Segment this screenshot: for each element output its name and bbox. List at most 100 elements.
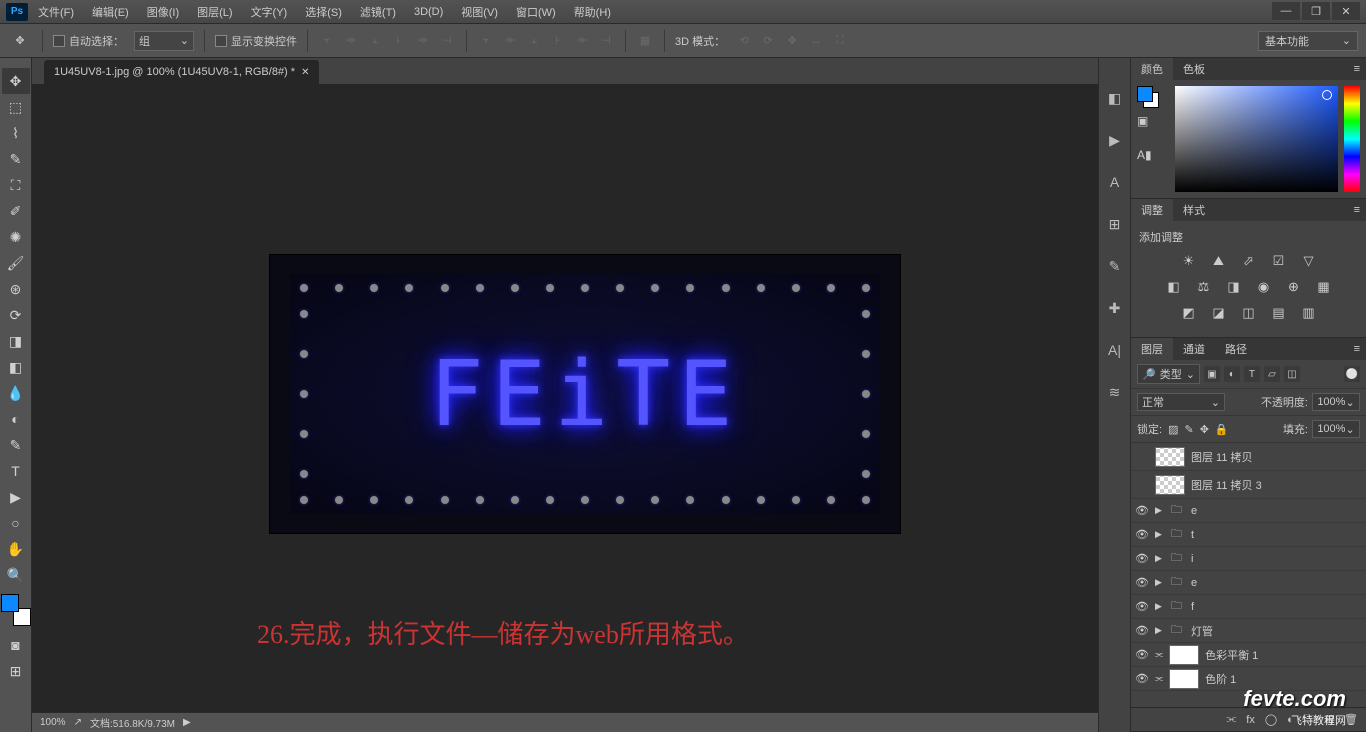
- filter-shape-icon[interactable]: ▱: [1264, 366, 1280, 382]
- type-tool[interactable]: T: [2, 458, 30, 484]
- paragraph-panel-icon[interactable]: ⊞: [1105, 214, 1125, 234]
- canvas-viewport[interactable]: FEiTE 26.完成，执行文件—储存为web所用格式。: [32, 84, 1098, 712]
- shape-tool[interactable]: ○: [2, 510, 30, 536]
- filter-pixel-icon[interactable]: ▣: [1204, 366, 1220, 382]
- lock-position-icon[interactable]: ✥: [1200, 423, 1209, 436]
- new-group-icon[interactable]: 🗀: [1304, 710, 1315, 729]
- quick-mask-toggle[interactable]: ◙: [2, 632, 30, 658]
- menu-help[interactable]: 帮助(H): [574, 4, 611, 20]
- align-left-icon[interactable]: ⊦: [390, 32, 408, 50]
- close-tab-icon[interactable]: ✕: [301, 67, 309, 78]
- menu-file[interactable]: 文件(F): [38, 4, 74, 20]
- filter-type-icon[interactable]: T: [1244, 366, 1260, 382]
- filter-adjust-icon[interactable]: ◐: [1224, 366, 1240, 382]
- photo-filter-icon[interactable]: ◉: [1254, 277, 1274, 297]
- adjustments-tab[interactable]: 调整: [1131, 199, 1173, 221]
- brush-panel-icon[interactable]: ✎: [1105, 256, 1125, 276]
- opacity-value[interactable]: 100% ⌄: [1312, 393, 1360, 411]
- eyedropper-tool[interactable]: ✐: [2, 198, 30, 224]
- eraser-tool[interactable]: ◨: [2, 328, 30, 354]
- visibility-toggle[interactable]: 👁: [1135, 528, 1149, 541]
- dist-left-icon[interactable]: ⊦: [549, 32, 567, 50]
- show-transform-checkbox[interactable]: [215, 35, 227, 47]
- quick-select-tool[interactable]: ✎: [2, 146, 30, 172]
- para-styles-icon[interactable]: ≋: [1105, 382, 1125, 402]
- lock-pixels-icon[interactable]: ✎: [1184, 423, 1193, 436]
- foreground-color[interactable]: [1, 594, 19, 612]
- bw-icon[interactable]: ◨: [1224, 277, 1244, 297]
- layer-row[interactable]: 👁▶🗀e: [1131, 499, 1366, 523]
- add-mask-icon[interactable]: ◯: [1265, 713, 1277, 726]
- auto-select-type[interactable]: 组⌄: [134, 31, 194, 51]
- expand-arrow-icon[interactable]: ▶: [1155, 553, 1165, 564]
- gradient-tool[interactable]: ◧: [2, 354, 30, 380]
- align-bottom-icon[interactable]: ⫠: [366, 32, 384, 50]
- layer-row[interactable]: 👁▶🗀灯管: [1131, 619, 1366, 643]
- layer-fx-icon[interactable]: fx: [1246, 714, 1255, 726]
- document-tab[interactable]: 1U45UV8-1.jpg @ 100% (1U45UV8-1, RGB/8#)…: [44, 60, 319, 84]
- link-layers-icon[interactable]: ⫘: [1226, 713, 1236, 726]
- layers-tab[interactable]: 图层: [1131, 338, 1173, 360]
- visibility-toggle[interactable]: 👁: [1135, 576, 1149, 589]
- new-layer-icon[interactable]: ⊞: [1325, 713, 1334, 726]
- 3d-orbit-icon[interactable]: ⟲: [735, 32, 753, 50]
- brightness-icon[interactable]: ☀: [1179, 251, 1199, 271]
- dist-hcenter-icon[interactable]: ⟛: [573, 32, 591, 50]
- layer-row[interactable]: 👁▶🗀t: [1131, 523, 1366, 547]
- lock-transparency-icon[interactable]: ▨: [1168, 423, 1178, 436]
- 3d-scale-icon[interactable]: ⛶: [831, 32, 849, 50]
- menu-edit[interactable]: 编辑(E): [92, 4, 129, 20]
- path-select-tool[interactable]: ▶: [2, 484, 30, 510]
- spot-heal-tool[interactable]: ✺: [2, 224, 30, 250]
- actions-panel-icon[interactable]: ▶: [1105, 130, 1125, 150]
- align-hcenter-icon[interactable]: ⟛: [414, 32, 432, 50]
- panel-menu-icon[interactable]: ≡: [1348, 204, 1366, 216]
- status-expand-icon[interactable]: ↗: [74, 717, 82, 728]
- blend-mode-select[interactable]: 正常⌄: [1137, 393, 1225, 411]
- color-lookup-icon[interactable]: ▦: [1314, 277, 1334, 297]
- fill-value[interactable]: 100% ⌄: [1312, 420, 1360, 438]
- channel-mixer-icon[interactable]: ⊕: [1284, 277, 1304, 297]
- channels-tab[interactable]: 通道: [1173, 338, 1215, 360]
- align-right-icon[interactable]: ⊣: [438, 32, 456, 50]
- menu-view[interactable]: 视图(V): [461, 4, 498, 20]
- crop-tool[interactable]: ⛶: [2, 172, 30, 198]
- threshold-icon[interactable]: ◫: [1239, 303, 1259, 323]
- swatches-tab[interactable]: 色板: [1173, 58, 1215, 80]
- screen-mode-toggle[interactable]: ⊞: [2, 658, 30, 684]
- color-cube-icon[interactable]: ▣: [1137, 114, 1169, 128]
- color-balance-icon[interactable]: ⚖: [1194, 277, 1214, 297]
- curves-icon[interactable]: ⬀: [1239, 251, 1259, 271]
- hand-tool[interactable]: ✋: [2, 536, 30, 562]
- hue-slider[interactable]: [1344, 86, 1360, 192]
- 3d-roll-icon[interactable]: ⟳: [759, 32, 777, 50]
- dist-top-icon[interactable]: ⫟: [477, 32, 495, 50]
- 3d-slide-icon[interactable]: ↔: [807, 32, 825, 50]
- paths-tab[interactable]: 路径: [1215, 338, 1257, 360]
- layer-row[interactable]: 👁⫘色阶 1: [1131, 667, 1366, 691]
- menu-select[interactable]: 选择(S): [305, 4, 342, 20]
- window-close[interactable]: ✕: [1332, 2, 1360, 20]
- menu-window[interactable]: 窗口(W): [516, 4, 556, 20]
- menu-image[interactable]: 图像(I): [147, 4, 179, 20]
- status-arrow-icon[interactable]: ▶: [183, 717, 191, 728]
- levels-icon[interactable]: ⛰: [1209, 251, 1229, 271]
- window-minimize[interactable]: —: [1272, 2, 1300, 20]
- delete-layer-icon[interactable]: 🗑: [1344, 713, 1358, 726]
- move-tool[interactable]: ✥: [2, 68, 30, 94]
- selective-color-icon[interactable]: ▥: [1299, 303, 1319, 323]
- expand-arrow-icon[interactable]: ▶: [1155, 505, 1165, 516]
- visibility-toggle[interactable]: 👁: [1135, 648, 1149, 661]
- menu-3d[interactable]: 3D(D): [414, 6, 443, 18]
- invert-icon[interactable]: ◩: [1179, 303, 1199, 323]
- layer-row[interactable]: 👁▶🗀i: [1131, 547, 1366, 571]
- brush-tool[interactable]: 🖌: [2, 250, 30, 276]
- menu-type[interactable]: 文字(Y): [251, 4, 288, 20]
- zoom-tool[interactable]: 🔍: [2, 562, 30, 588]
- color-field[interactable]: [1175, 86, 1338, 192]
- window-maximize[interactable]: ❐: [1302, 2, 1330, 20]
- layer-row[interactable]: 👁▶🗀f: [1131, 595, 1366, 619]
- gradient-map-icon[interactable]: ▤: [1269, 303, 1289, 323]
- dodge-tool[interactable]: ◐: [2, 406, 30, 432]
- styles-tab[interactable]: 样式: [1173, 199, 1215, 221]
